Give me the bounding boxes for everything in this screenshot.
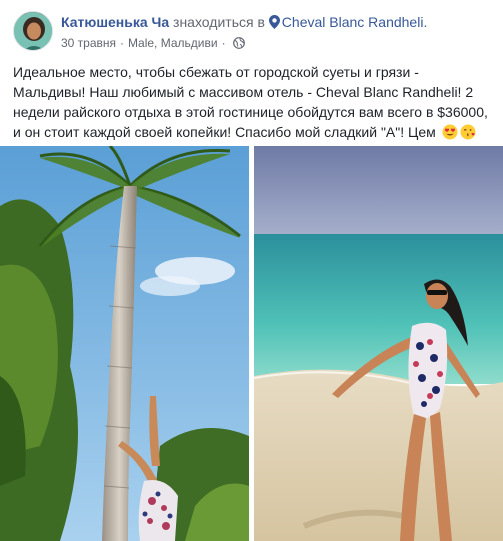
photo-right[interactable] xyxy=(254,146,503,541)
globe-icon[interactable] xyxy=(232,37,245,49)
beach-swimsuit-photo xyxy=(254,146,503,541)
author-avatar[interactable] xyxy=(13,11,53,51)
avatar-image xyxy=(14,12,52,50)
palm-tree-handstand-photo xyxy=(0,146,249,541)
location-link[interactable]: Male, Мальдиви xyxy=(128,36,218,50)
place-link[interactable]: Cheval Blanc Randheli. xyxy=(282,14,428,30)
photo-left[interactable] xyxy=(0,146,249,541)
post-text: Идеальное место, чтобы сбежать от городс… xyxy=(13,62,491,142)
post-body: Идеальное место, чтобы сбежать от городс… xyxy=(13,64,488,140)
meta-separator: · xyxy=(120,36,125,50)
post-meta: 30 травня · Male, Мальдиви · xyxy=(61,35,245,51)
post-date-link[interactable]: 30 травня xyxy=(61,36,116,50)
checkin-verb: знаходиться в xyxy=(173,14,265,30)
facebook-post: Катюшенька Ча знаходиться в Cheval Blanc… xyxy=(0,0,503,541)
author-name-link[interactable]: Катюшенька Ча xyxy=(61,14,169,30)
heart-eyes-emoji xyxy=(442,124,458,140)
kissing-emoji xyxy=(460,124,476,140)
meta-separator-2: · xyxy=(221,36,226,50)
location-pin-icon xyxy=(268,15,280,29)
post-header-line: Катюшенька Ча знаходиться в Cheval Blanc… xyxy=(61,13,491,31)
